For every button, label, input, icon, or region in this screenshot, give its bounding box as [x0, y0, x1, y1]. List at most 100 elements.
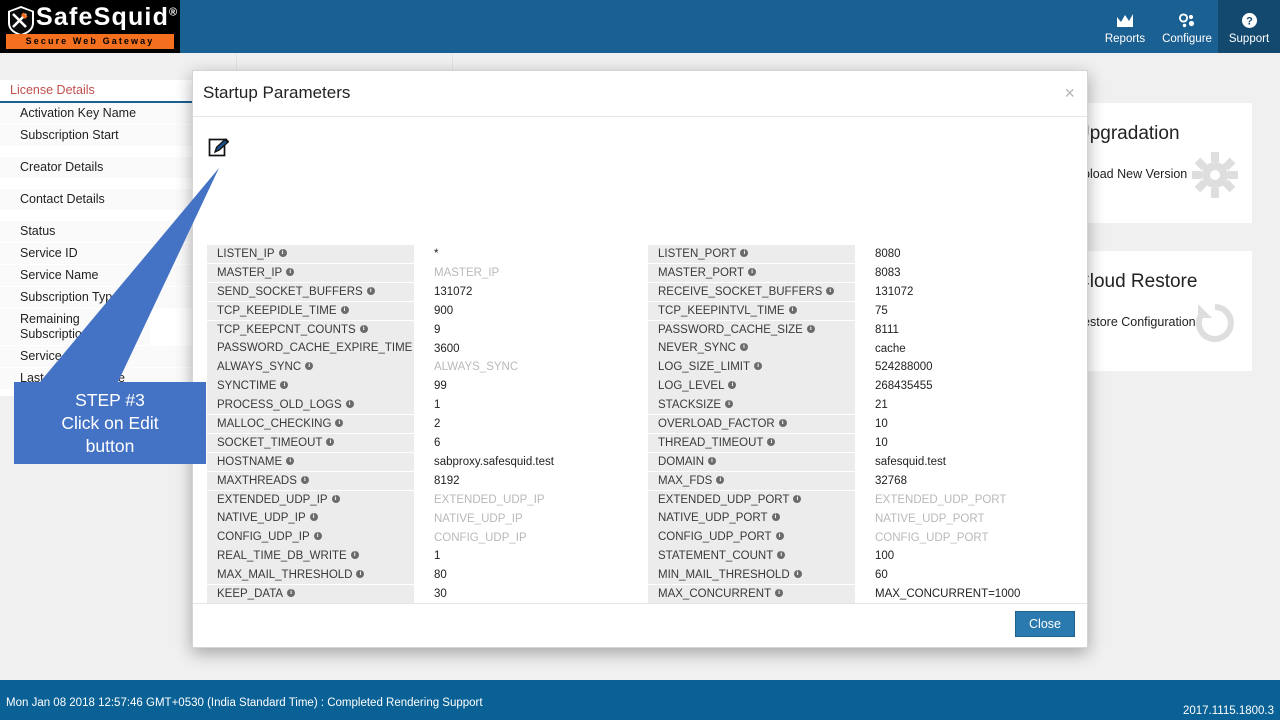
info-icon[interactable]: i [775, 589, 784, 598]
parameter-name-text: TCP_KEEPINTVL_TIME [658, 304, 785, 317]
info-icon[interactable]: i [728, 381, 737, 390]
parameter-name: STACKSIZE i [648, 396, 855, 415]
info-icon[interactable]: i [716, 475, 725, 484]
parameter-name: MAXTHREADS i [207, 471, 414, 490]
info-icon[interactable]: i [286, 456, 295, 465]
nav-item-configure[interactable]: Configure [1156, 0, 1218, 53]
brand-logo[interactable]: SafeSquid® Secure Web Gateway [0, 0, 180, 53]
info-icon[interactable]: i [359, 324, 368, 333]
info-icon[interactable]: i [740, 249, 749, 257]
parameter-name-text: EXTENDED_UDP_PORT [658, 493, 790, 506]
parameter-row: SOCKET_TIMEOUT i 6 [207, 433, 632, 453]
info-icon[interactable]: i [725, 400, 734, 409]
info-icon[interactable]: i [739, 343, 748, 352]
parameter-name: MAX_FDS i [648, 471, 855, 490]
info-icon[interactable]: i [278, 249, 287, 257]
edit-pencil-icon [208, 138, 230, 157]
info-icon[interactable]: i [350, 551, 359, 560]
nav-label-configure: Configure [1162, 32, 1212, 45]
parameter-row: SYNCTIME i 99 [207, 377, 632, 396]
nav-item-support[interactable]: ? Support [1218, 0, 1280, 53]
parameter-value: sabproxy.safesquid.test [434, 455, 554, 468]
info-icon[interactable]: i [309, 513, 318, 522]
parameter-row: MALLOC_CHECKING i 2 [207, 415, 632, 434]
close-button[interactable]: Close [1015, 611, 1075, 637]
parameters-column-right: LISTEN_PORT i 8080 MASTER_PORT i 8083 RECEIVE_… [648, 245, 1073, 604]
brand-registered-mark: ® [169, 6, 179, 19]
parameter-row: ALWAYS_SYNC i ALWAYS_SYNC [207, 358, 632, 377]
callout-step-3: STEP #3 Click on Edit button [14, 382, 206, 464]
parameter-name-text: DOMAIN [658, 455, 704, 468]
parameter-name: TCP_KEEPINTVL_TIME i [648, 301, 855, 320]
license-row-service-id: Service ID [0, 243, 198, 265]
parameter-row: NATIVE_UDP_IP i NATIVE_UDP_IP [207, 509, 632, 528]
parameter-name-text: MASTER_PORT [658, 266, 745, 279]
close-icon[interactable]: × [1064, 84, 1075, 102]
license-row-status: Status [0, 221, 198, 243]
parameter-name-text: NATIVE_UDP_PORT [658, 512, 768, 525]
parameter-row: SEND_SOCKET_BUFFERS i 131072 [207, 282, 632, 302]
info-icon[interactable]: i [335, 419, 344, 428]
info-icon[interactable]: i [331, 494, 340, 503]
info-icon[interactable]: i [777, 551, 786, 560]
parameter-row: CONFIG_UDP_PORT i CONFIG_UDP_PORT [648, 528, 1073, 547]
parameter-name: LISTEN_IP i [207, 245, 414, 264]
info-icon[interactable]: i [345, 400, 354, 409]
info-icon[interactable]: i [754, 362, 763, 371]
parameter-name-text: MAX_CONCURRENT [658, 588, 772, 601]
parameter-value: 60 [875, 569, 888, 582]
parameter-name-text: LISTEN_PORT [658, 248, 737, 260]
info-icon[interactable]: i [313, 532, 322, 541]
parameter-row: PASSWORD_CACHE_EXPIRE_TIMEi 3600 [207, 339, 632, 358]
app-root: SafeSquid® Secure Web Gateway Reports Co… [0, 0, 1280, 720]
parameter-value: EXTENDED_UDP_PORT [875, 493, 1007, 506]
parameter-value: 80 [434, 569, 447, 582]
parameter-name-text: THREAD_TIMEOUT [658, 436, 764, 449]
info-icon[interactable]: i [788, 305, 797, 314]
parameter-name-text: REAL_TIME_DB_WRITE [217, 550, 347, 563]
parameter-name-text: PROCESS_OLD_LOGS [217, 399, 342, 412]
info-icon[interactable]: i [767, 437, 776, 446]
parameter-value: MASTER_IP [434, 267, 500, 280]
info-icon[interactable]: i [280, 381, 289, 390]
info-icon[interactable]: i [326, 437, 335, 446]
parameter-value: 10 [875, 418, 888, 431]
info-icon[interactable]: i [806, 324, 815, 333]
brand-tagline: Secure Web Gateway [6, 34, 174, 49]
license-row-subscription-type: Subscription Type [0, 287, 198, 309]
info-icon[interactable]: i [305, 362, 314, 371]
parameter-name: NATIVE_UDP_IP i [207, 509, 414, 528]
info-icon[interactable]: i [708, 456, 716, 465]
info-icon[interactable]: i [775, 532, 784, 541]
info-icon[interactable]: i [286, 267, 295, 276]
nav-item-reports[interactable]: Reports [1094, 0, 1156, 53]
edit-button[interactable] [208, 137, 230, 159]
info-icon[interactable]: i [340, 305, 349, 314]
parameter-row: RECEIVE_SOCKET_BUFFERS i 131072 [648, 282, 1073, 302]
parameter-value: 8080 [875, 248, 901, 261]
parameter-name-text: STATEMENT_COUNT [658, 550, 774, 563]
parameter-name: EXTENDED_UDP_PORT i [648, 490, 855, 509]
parameter-name: THREAD_TIMEOUT i [648, 433, 855, 453]
parameter-name-text: NEVER_SYNC [658, 342, 736, 355]
info-icon[interactable]: i [778, 419, 787, 428]
parameter-value: 30 [434, 588, 447, 601]
info-icon[interactable]: i [748, 267, 757, 276]
parameter-name: LOG_SIZE_LIMIT i [648, 358, 855, 377]
parameter-name-text: TCP_KEEPCNT_COUNTS [217, 323, 356, 336]
parameter-name-text: CONFIG_UDP_IP [217, 531, 310, 544]
info-icon[interactable]: i [771, 513, 780, 522]
license-details-title: License Details [0, 80, 198, 103]
parameter-row: TCP_KEEPIDLE_TIME i 900 [207, 301, 632, 320]
info-icon[interactable]: i [287, 589, 296, 598]
info-icon[interactable]: i [300, 475, 309, 484]
info-icon[interactable]: i [793, 494, 802, 503]
parameters-column-left: LISTEN_IP i * MASTER_IP i MASTER_IP SEND_SOCKE… [207, 245, 632, 604]
info-icon[interactable]: i [366, 286, 375, 295]
info-icon[interactable]: i [793, 570, 802, 579]
gear-icon [1192, 152, 1238, 205]
info-icon[interactable]: i [356, 570, 365, 579]
parameter-name-text: ALWAYS_SYNC [217, 361, 302, 374]
info-icon[interactable]: i [826, 286, 835, 295]
parameter-value: 268435455 [875, 380, 933, 393]
